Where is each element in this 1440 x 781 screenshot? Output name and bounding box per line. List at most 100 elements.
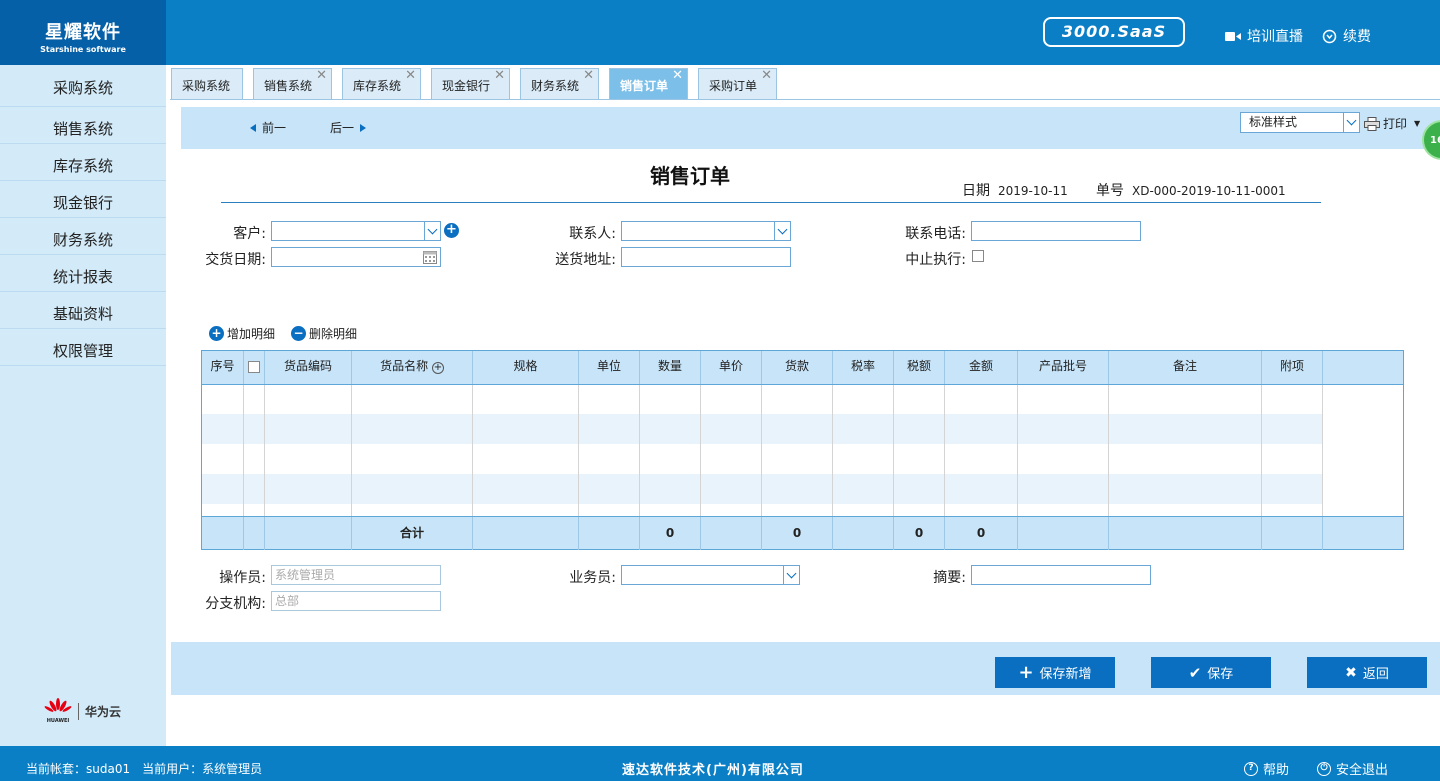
tab-sales-system[interactable]: 销售系统 ✕ <box>253 68 332 100</box>
next-record-button[interactable]: 后一 <box>330 119 367 136</box>
add-detail-button[interactable]: + 增加明细 <box>209 325 275 342</box>
total-cell <box>202 517 244 550</box>
plus-circle-icon: + <box>209 326 224 341</box>
total-label: 合计 <box>352 517 473 550</box>
sidebar-item-purchase[interactable]: 采购系统 <box>0 65 166 107</box>
address-label: 送货地址: <box>555 252 616 268</box>
close-icon[interactable]: ✕ <box>761 59 772 93</box>
arrow-left-icon <box>250 123 256 132</box>
tab-label: 采购系统 <box>182 79 231 93</box>
training-live-link[interactable]: 培训直播 <box>1225 26 1303 46</box>
sidebar-item-sales[interactable]: 销售系统 <box>0 107 166 144</box>
power-icon: ⏻ <box>1317 761 1331 776</box>
close-icon[interactable]: ✕ <box>672 59 683 93</box>
grid-totals-row: 合计 0 0 0 0 <box>202 516 1403 550</box>
tab-label: 销售订单 <box>620 79 669 93</box>
col-amount: 金额 <box>945 351 1018 384</box>
customer-label: 客户: <box>233 226 266 242</box>
total-cell <box>1018 517 1109 550</box>
chevron-down-icon[interactable] <box>1343 113 1359 132</box>
title-divider <box>221 202 1321 203</box>
sidebar-item-permissions[interactable]: 权限管理 <box>0 329 166 366</box>
grid-line <box>832 385 833 516</box>
salesman-select[interactable] <box>621 565 800 585</box>
total-goods-amount: 0 <box>762 517 833 550</box>
col-quantity: 数量 <box>640 351 701 384</box>
table-row[interactable] <box>202 444 1323 474</box>
close-icon[interactable]: ✕ <box>316 59 327 93</box>
doc-date: 日期 2019-10-11 <box>962 180 1068 200</box>
delete-detail-button[interactable]: − 删除明细 <box>291 325 357 342</box>
brand-subtitle: Starshine software <box>40 45 126 54</box>
back-button[interactable]: ✖ 返回 <box>1307 657 1427 688</box>
grid-line <box>893 385 894 516</box>
chevron-down-icon[interactable] <box>783 566 799 584</box>
grid-line <box>761 385 762 516</box>
save-button[interactable]: ✔ 保存 <box>1151 657 1271 688</box>
print-style-select[interactable]: 标准样式 <box>1240 112 1360 133</box>
total-cell <box>1109 517 1262 550</box>
sidebar-item-basic-data[interactable]: 基础资料 <box>0 292 166 329</box>
tab-finance-system[interactable]: 财务系统 ✕ <box>520 68 599 100</box>
help-link[interactable]: ? 帮助 <box>1244 759 1289 778</box>
save-label: 保存 <box>1207 667 1234 682</box>
logout-label: 安全退出 <box>1336 763 1389 778</box>
add-customer-button[interactable]: + <box>444 223 459 238</box>
plus-circle-outline-icon[interactable]: + <box>431 362 444 374</box>
col-spec: 规格 <box>473 351 579 384</box>
phone-input[interactable] <box>971 221 1141 241</box>
grid-line <box>243 385 244 516</box>
logout-link[interactable]: ⏻ 安全退出 <box>1317 759 1388 778</box>
col-remark: 备注 <box>1109 351 1262 384</box>
table-row[interactable] <box>202 474 1323 504</box>
sidebar-item-reports[interactable]: 统计报表 <box>0 255 166 292</box>
delivery-date-label: 交货日期: <box>205 252 266 268</box>
action-bar: + 保存新增 ✔ 保存 ✖ 返回 <box>171 642 1440 695</box>
col-tax-amount: 税额 <box>894 351 945 384</box>
sidebar: 采购系统 销售系统 库存系统 现金银行 财务系统 统计报表 基础资料 权限管理 … <box>0 65 166 746</box>
sidebar-item-inventory[interactable]: 库存系统 <box>0 144 166 181</box>
delivery-date-input[interactable] <box>271 247 441 267</box>
save-and-new-label: 保存新增 <box>1039 667 1092 682</box>
select-all-checkbox[interactable] <box>248 361 260 373</box>
print-label: 打印 <box>1383 117 1408 131</box>
renew-link[interactable]: 续费 <box>1322 26 1371 46</box>
printer-icon <box>1364 116 1380 131</box>
status-footer: 当前帐套：suda01 当前用户：系统管理员 速达软件技术(广州)有限公司 ? … <box>0 746 1440 781</box>
detail-grid: 序号 货品编码 货品名称 + 规格 单位 数量 单价 货款 税率 税额 金额 产… <box>201 350 1404 550</box>
chevron-down-icon[interactable] <box>774 222 790 240</box>
sidebar-item-finance[interactable]: 财务系统 <box>0 218 166 255</box>
chevron-down-icon[interactable] <box>424 222 440 240</box>
tab-purchase-order[interactable]: 采购订单 ✕ <box>698 68 777 100</box>
prev-record-button[interactable]: 前一 <box>250 119 286 136</box>
summary-input[interactable] <box>971 565 1151 585</box>
tab-inventory-system[interactable]: 库存系统 ✕ <box>342 68 421 100</box>
print-button[interactable]: 打印 ▼ <box>1364 115 1420 132</box>
branch-label: 分支机构: <box>205 596 266 612</box>
save-and-new-button[interactable]: + 保存新增 <box>995 657 1115 688</box>
customer-select[interactable] <box>271 221 441 241</box>
total-amount: 0 <box>945 517 1018 550</box>
huawei-flower-icon <box>44 698 72 712</box>
table-row[interactable] <box>202 414 1323 444</box>
table-row[interactable] <box>202 385 1323 415</box>
close-icon[interactable]: ✕ <box>494 59 505 93</box>
total-cell <box>579 517 640 550</box>
huawei-wordmark: HUAWEI <box>46 718 70 724</box>
close-icon[interactable]: ✕ <box>405 59 416 93</box>
calendar-icon[interactable] <box>423 250 437 264</box>
caret-down-icon[interactable]: ▼ <box>1414 119 1420 128</box>
back-label: 返回 <box>1362 667 1389 682</box>
contact-select[interactable] <box>621 221 791 241</box>
tab-bar: 采购系统 销售系统 ✕ 库存系统 ✕ 现金银行 ✕ 财务系统 ✕ 销售订单 ✕ 采购订单 ✕ <box>166 65 1440 100</box>
tab-cash-bank[interactable]: 现金银行 ✕ <box>431 68 510 100</box>
sidebar-item-cash-bank[interactable]: 现金银行 <box>0 181 166 218</box>
close-icon[interactable]: ✕ <box>583 59 594 93</box>
tab-sales-order[interactable]: 销售订单 ✕ <box>609 68 688 100</box>
col-goods-name-label: 货品名称 <box>380 359 429 373</box>
tab-purchase-system[interactable]: 采购系统 <box>171 68 243 100</box>
stop-execution-checkbox[interactable] <box>972 250 984 262</box>
help-label: 帮助 <box>1263 763 1290 778</box>
version-badge: 3000.SaaS <box>1043 17 1185 47</box>
address-input[interactable] <box>621 247 791 267</box>
